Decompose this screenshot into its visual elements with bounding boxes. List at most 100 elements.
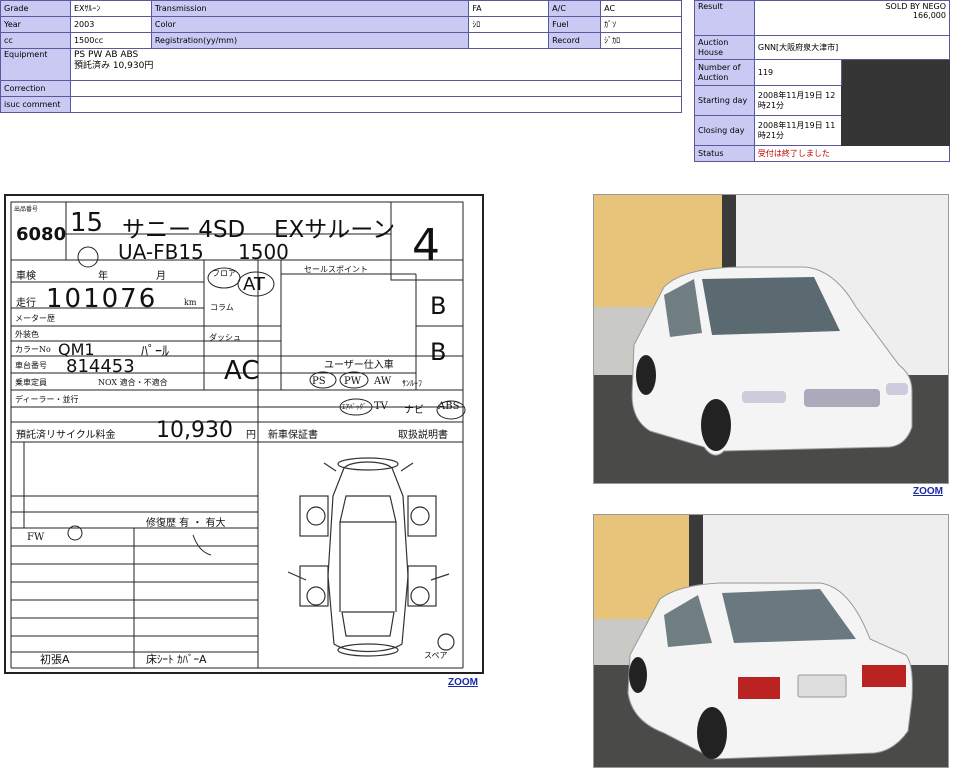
color-no-label: カラーNo	[15, 345, 51, 354]
pw-option: PW	[344, 376, 362, 387]
registration-label: Registration(yy/mm)	[150, 32, 470, 49]
hw-year: 15	[70, 208, 104, 238]
sold-price: 166,000	[912, 11, 946, 21]
hw-score: 4	[412, 220, 440, 271]
column-label: コラム	[210, 303, 234, 312]
table-row: isuc comment	[0, 96, 683, 113]
color-label: Color	[150, 16, 470, 33]
ps-option: PS	[312, 376, 326, 387]
dash-label: ダッシュ	[209, 333, 241, 342]
sales-point-label: セールスポイント	[304, 265, 368, 274]
table-row: cc 1500cc Registration(yy/mm) Record ｼﾞｶ…	[0, 32, 682, 49]
car-front-photo[interactable]	[593, 194, 949, 484]
gaisou-label: 外装色	[15, 330, 39, 339]
starting-line-1: 2008年11月19日 12	[757, 91, 836, 101]
house-label: Auction House	[694, 35, 755, 60]
house-label-line-2: House	[698, 47, 724, 57]
table-row: Result SOLD BY NEGO 166,000	[694, 0, 951, 36]
nox-label: NOX 適合・不適合	[98, 378, 168, 387]
color-value: ｼﾛ	[468, 16, 550, 33]
starting-value: 2008年11月19日 12 時21分	[753, 85, 842, 116]
lot-number-label: 出品番号	[14, 206, 39, 213]
year-value: 2003	[69, 16, 152, 33]
vehicle-spec-table: Grade EXｻﾙｰﾝ Transmission FA A/C AC Year…	[0, 0, 683, 113]
table-row: Correction	[0, 80, 683, 97]
redacted-block	[840, 59, 951, 146]
fw-label: FW	[27, 532, 45, 543]
hw-mileage: 101076	[46, 284, 158, 314]
hw-ac: AC	[224, 356, 260, 386]
warranty-label: 新車保証書	[268, 430, 318, 441]
sold-value: SOLD BY NEGO 166,000	[753, 0, 951, 36]
hw-car-number: 814453	[66, 356, 135, 377]
run-label: 走行	[16, 298, 36, 309]
hw-inspector-note-2: 床ｼｰﾄ ｶﾊﾞｰA	[146, 653, 207, 666]
dealer-label: ディーラー・並行	[15, 395, 79, 404]
registration-value	[468, 32, 550, 49]
photo-zoom-link[interactable]: ZOOM	[913, 486, 943, 497]
table-row: Number of Auction 119	[694, 59, 951, 146]
correction-value	[69, 80, 683, 97]
meter-label: メーター歴	[15, 314, 55, 323]
fuel-label: Fuel	[548, 16, 602, 33]
transmission-value: FA	[468, 0, 550, 17]
table-row: Year 2003 Color ｼﾛ Fuel ｶﾞｿ	[0, 16, 682, 33]
ac-label: A/C	[548, 0, 602, 17]
equipment-value: PS PW AB ABS 預託済み 10,930円	[69, 48, 683, 81]
year-label: Year	[0, 16, 71, 33]
auction-sheet[interactable]: 出品番号 車検 年 月 走行 km メーター歴 外装色 カラーNo 車台番号 乗…	[4, 194, 484, 674]
aw-option: AW	[374, 376, 392, 387]
car-rear-photo[interactable]	[593, 514, 949, 768]
table-row: Equipment PS PW AB ABS 預託済み 10,930円	[0, 48, 683, 81]
airbag-option: ｴｱﾊﾞｯｸﾞ	[342, 403, 367, 411]
lot-number: 6080	[16, 224, 67, 245]
equipment-line-1: PS PW AB ABS	[73, 50, 139, 60]
auction-result-table: Result SOLD BY NEGO 166,000 Auction Hous…	[694, 0, 951, 162]
car-rear-image	[594, 515, 948, 767]
manual-label: 取扱説明書	[398, 430, 448, 441]
equipment-line-2: 預託済み 10,930円	[73, 60, 154, 71]
house-value: GNN[大阪府泉大津市]	[753, 35, 951, 60]
number-label-line-2: Auction	[698, 72, 729, 82]
hw-color-name: ﾊﾟｰﾙ	[141, 344, 169, 360]
record-value: ｼﾞｶﾛ	[600, 32, 682, 49]
user-car-label: ユーザー仕入車	[324, 360, 394, 371]
status-value: 受付は終了しました	[753, 145, 951, 162]
result-label: Result	[694, 0, 755, 36]
hw-chassis: UA-FB15	[118, 240, 204, 264]
starting-label: Starting day	[694, 85, 755, 116]
cc-value: 1500cc	[69, 32, 152, 49]
hw-interior-grade: B	[430, 292, 447, 320]
sheet-zoom-link[interactable]: ZOOM	[448, 677, 478, 688]
car-front-image	[594, 195, 948, 483]
sold-status: SOLD BY NEGO	[885, 2, 946, 11]
shaken-label: 車検	[16, 271, 36, 282]
car-outline	[287, 457, 455, 657]
sunroof-option: ｻﾝﾙｰﾌ	[402, 379, 422, 388]
car-no-label: 車台番号	[15, 361, 47, 370]
number-label-line-1: Number of	[698, 63, 741, 73]
status-label: Status	[694, 145, 755, 162]
table-row: Grade EXｻﾙｰﾝ Transmission FA A/C AC	[0, 0, 682, 17]
abs-option: ABS	[438, 401, 460, 412]
hw-recycle-fee: 10,930	[156, 418, 233, 443]
comment-value	[69, 96, 683, 113]
hw-at: AT	[243, 274, 265, 295]
number-label: Number of Auction	[694, 59, 755, 86]
record-label: Record	[548, 32, 602, 49]
grade-label: Grade	[0, 0, 71, 17]
correction-label: Correction	[0, 80, 71, 97]
closing-value: 2008年11月19日 11 時21分	[753, 115, 842, 146]
spare-label: スペア	[424, 651, 448, 660]
starting-line-2: 時21分	[757, 100, 785, 110]
number-value: 119	[753, 59, 842, 86]
km-label: km	[184, 298, 197, 307]
ac-value: AC	[600, 0, 682, 17]
fuel-value: ｶﾞｿ	[600, 16, 682, 33]
equipment-label: Equipment	[0, 48, 71, 81]
hw-inspector-note-1: 初張A	[40, 653, 70, 666]
hw-cc: 1500	[238, 240, 289, 264]
comment-label: isuc comment	[0, 96, 71, 113]
navi-option: ナビ	[404, 405, 424, 416]
yen-label: 円	[246, 430, 256, 441]
